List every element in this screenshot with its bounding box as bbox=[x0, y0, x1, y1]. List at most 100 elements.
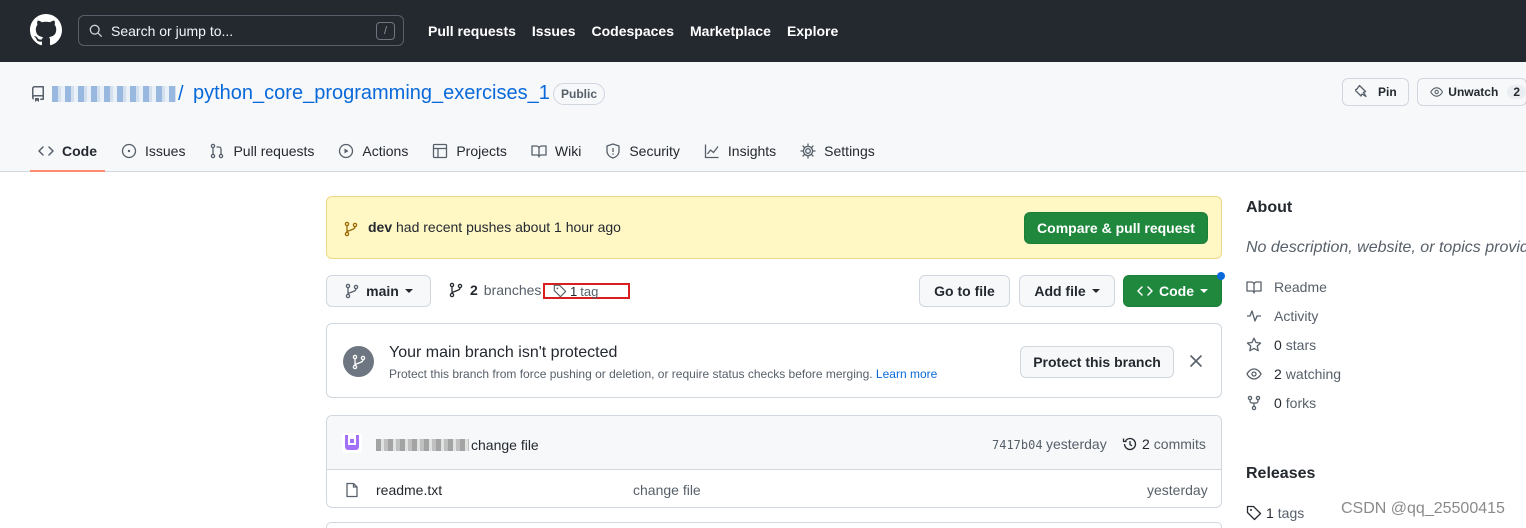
tags-label: tag bbox=[580, 283, 599, 299]
file-commit-message[interactable]: change file bbox=[633, 482, 701, 498]
sidebar-item-forks[interactable]: 0 forks bbox=[1246, 395, 1316, 411]
file-name[interactable]: readme.txt bbox=[376, 482, 442, 498]
pushed-branch-name[interactable]: dev bbox=[368, 219, 392, 235]
file-icon bbox=[346, 482, 358, 498]
branch-protection-icon bbox=[343, 346, 374, 377]
sidebar-activity-label: Activity bbox=[1274, 308, 1319, 324]
tags-link[interactable]: 1 tag bbox=[543, 283, 630, 299]
nav-codespaces[interactable]: Codespaces bbox=[592, 23, 674, 39]
shield-icon bbox=[606, 143, 620, 159]
global-nav: Pull requests Issues Codespaces Marketpl… bbox=[428, 0, 838, 62]
commits-link[interactable]: 2 commits bbox=[1122, 436, 1206, 452]
author-name-redacted bbox=[376, 439, 469, 451]
book-icon bbox=[1246, 281, 1262, 294]
protection-description-text: Protect this branch from force pushing o… bbox=[389, 367, 873, 381]
code-label: Code bbox=[1159, 283, 1194, 299]
tab-actions-label: Actions bbox=[362, 143, 409, 159]
pin-label: Pin bbox=[1378, 85, 1397, 99]
tab-actions[interactable]: Actions bbox=[330, 132, 416, 170]
play-icon bbox=[339, 143, 354, 159]
branches-label: branches bbox=[483, 282, 542, 298]
pull-request-icon bbox=[211, 143, 224, 159]
caret-down-icon bbox=[404, 289, 413, 293]
sidebar-item-readme[interactable]: Readme bbox=[1246, 279, 1327, 295]
search-input[interactable]: Search or jump to... / bbox=[78, 15, 404, 46]
commit-sha[interactable]: 7417b04 bbox=[992, 438, 1043, 452]
go-to-file-button[interactable]: Go to file bbox=[919, 275, 1010, 307]
tab-issues-label: Issues bbox=[145, 143, 186, 159]
branch-selector[interactable]: main bbox=[326, 275, 431, 307]
compare-pull-request-button[interactable]: Compare & pull request bbox=[1024, 212, 1208, 244]
tab-wiki[interactable]: Wiki bbox=[523, 132, 589, 170]
watch-count: 2 bbox=[1507, 85, 1526, 99]
code-dropdown-button[interactable]: Code bbox=[1123, 275, 1222, 307]
commit-author-message: change file bbox=[376, 437, 539, 453]
repo-icon bbox=[31, 86, 44, 102]
releases-heading[interactable]: Releases bbox=[1246, 465, 1315, 483]
graph-icon bbox=[704, 144, 719, 159]
releases-tags-link[interactable]: 1 tags bbox=[1246, 505, 1304, 521]
search-icon bbox=[89, 24, 103, 37]
search-shortcut-key: / bbox=[376, 22, 395, 40]
branch-icon bbox=[345, 283, 359, 299]
commit-time: yesterday bbox=[1046, 436, 1107, 452]
pulse-icon bbox=[1247, 310, 1261, 322]
add-file-button[interactable]: Add file bbox=[1019, 275, 1115, 307]
github-logo-icon[interactable] bbox=[30, 14, 62, 46]
file-commit-time: yesterday bbox=[1147, 482, 1208, 498]
avatar[interactable] bbox=[342, 433, 362, 453]
tab-settings[interactable]: Settings bbox=[792, 132, 883, 170]
tab-security[interactable]: Security bbox=[597, 132, 688, 170]
pin-button[interactable]: Pin bbox=[1342, 78, 1409, 106]
commits-count: 2 bbox=[1142, 436, 1150, 452]
about-heading: About bbox=[1246, 199, 1293, 216]
tab-code[interactable]: Code bbox=[30, 132, 105, 172]
repo-name-link[interactable]: python_core_programming_exercises_1 bbox=[193, 82, 550, 105]
close-icon[interactable] bbox=[1189, 354, 1203, 368]
nav-marketplace[interactable]: Marketplace bbox=[690, 23, 771, 39]
protect-branch-button[interactable]: Protect this branch bbox=[1020, 346, 1174, 378]
repo-header: / python_core_programming_exercises_1 Pu… bbox=[0, 62, 1526, 172]
unwatch-label: Unwatch bbox=[1448, 85, 1499, 99]
star-icon bbox=[1246, 337, 1262, 352]
repo-owner-link[interactable]: / bbox=[52, 83, 184, 105]
nav-pull-requests[interactable]: Pull requests bbox=[428, 23, 516, 39]
about-description: No description, website, or topics provi… bbox=[1246, 239, 1526, 256]
protection-description: Protect this branch from force pushing o… bbox=[389, 367, 937, 381]
tab-projects[interactable]: Projects bbox=[424, 132, 515, 170]
issue-icon bbox=[121, 143, 137, 159]
eye-icon bbox=[1246, 368, 1262, 380]
commit-message[interactable]: change file bbox=[471, 437, 539, 453]
recent-pushes-text: dev had recent pushes about 1 hour ago bbox=[368, 219, 621, 235]
visibility-badge: Public bbox=[553, 83, 606, 105]
tab-insights[interactable]: Insights bbox=[696, 132, 784, 170]
stars-label: stars bbox=[1285, 337, 1317, 353]
tab-projects-label: Projects bbox=[456, 143, 507, 159]
book-icon bbox=[531, 145, 547, 158]
sidebar-item-stars[interactable]: 0 stars bbox=[1246, 337, 1316, 353]
tab-pull-requests-label: Pull requests bbox=[233, 143, 315, 159]
watching-count: 2 bbox=[1274, 366, 1282, 382]
stars-count: 0 bbox=[1274, 337, 1282, 353]
unwatch-button[interactable]: Unwatch 2 bbox=[1417, 78, 1526, 106]
caret-down-icon bbox=[1091, 289, 1100, 293]
branches-link[interactable]: 2 branches bbox=[448, 282, 541, 298]
nav-explore[interactable]: Explore bbox=[787, 23, 838, 39]
owner-name-redacted bbox=[52, 86, 176, 102]
sidebar-item-watching[interactable]: 2 watching bbox=[1246, 366, 1341, 382]
sidebar-item-activity[interactable]: Activity bbox=[1246, 308, 1318, 324]
learn-more-link[interactable]: Learn more bbox=[876, 367, 937, 381]
pin-icon bbox=[1355, 84, 1367, 98]
tab-code-label: Code bbox=[62, 143, 97, 159]
file-row[interactable]: readme.txt change file yesterday bbox=[327, 471, 1221, 507]
code-icon bbox=[38, 146, 54, 156]
nav-issues[interactable]: Issues bbox=[532, 23, 576, 39]
tab-issues[interactable]: Issues bbox=[113, 132, 193, 170]
tag-icon bbox=[1246, 505, 1262, 521]
forks-count: 0 bbox=[1274, 395, 1282, 411]
tab-pull-requests[interactable]: Pull requests bbox=[201, 132, 322, 170]
branch-name: main bbox=[366, 283, 399, 299]
gear-icon bbox=[800, 143, 816, 159]
table-icon bbox=[433, 143, 448, 159]
tags-count: 1 bbox=[570, 283, 578, 299]
